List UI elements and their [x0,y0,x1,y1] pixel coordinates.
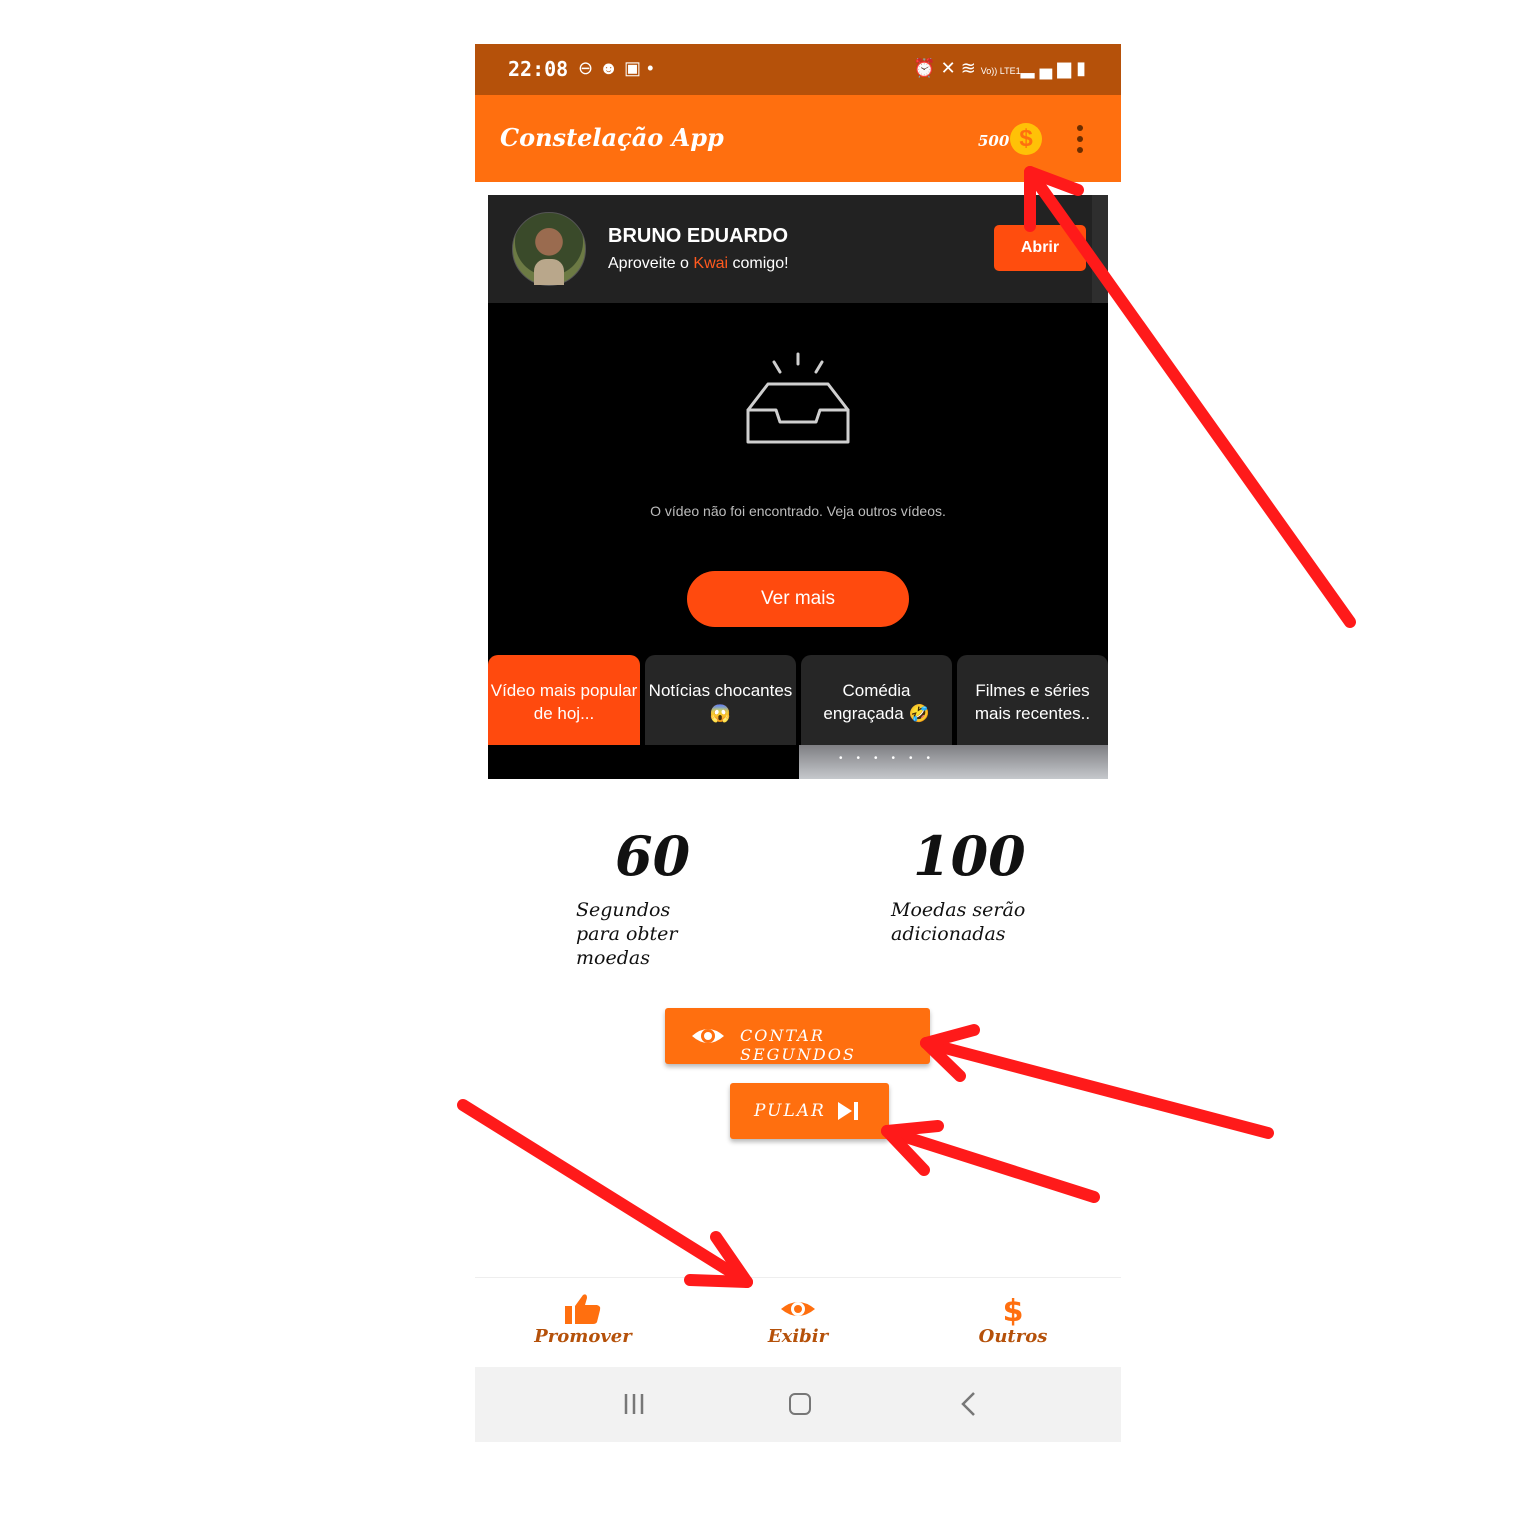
count-seconds-button[interactable]: CONTAR SEGUNDOS [665,1008,930,1064]
avatar[interactable] [512,212,586,286]
signal-icon: ▂▄▆ [1020,58,1077,78]
app-bar: Constelação App 500 $ [475,95,1121,182]
nav-outros[interactable]: $ Outros [943,1292,1083,1347]
subtitle-suffix: comigo! [728,255,789,272]
system-navigation-bar [475,1367,1121,1442]
skip-label: PULAR [754,1101,826,1121]
tab-popular-today[interactable]: Vídeo mais popular de hoj... [488,655,640,745]
mute-icon: ✕ [940,58,961,78]
skip-next-icon [838,1102,858,1120]
status-time: 22:08 [508,57,569,81]
open-button[interactable]: Abrir [994,225,1086,271]
tab-shocking-news[interactable]: Notícias chocantes 😱 [645,655,796,745]
video-card: BRUNO EDUARDO Aproveite o Kwai comigo! A… [488,195,1108,779]
do-not-disturb-icon: ⊖ [578,58,600,78]
app-title: Constelação App [500,123,724,152]
status-right-icons: ⏰✕≋Vo)) LTE1▂▄▆▮ [913,58,1091,79]
dot-icon: • [647,58,660,78]
eye-icon [692,1029,724,1043]
coins-label: Moedas serão adicionadas [891,899,1026,945]
nav-label-outros: Outros [978,1326,1048,1347]
video-thumbnail[interactable]: •••••• [799,745,1108,779]
see-more-button[interactable]: Ver mais [687,571,909,627]
nav-exibir[interactable]: Exibir [728,1292,868,1347]
bottom-navigation: Promover Exibir $ Outros [475,1277,1121,1368]
volte-icon: Vo)) LTE1 [980,66,1021,76]
coin-icon[interactable]: $ [1010,123,1042,155]
skip-button[interactable]: PULAR [730,1083,889,1139]
dollar-icon: $ [1003,1294,1024,1326]
gallery-icon: ▣ [624,58,648,78]
category-tabs: Vídeo mais popular de hoj... Notícias ch… [488,655,1108,745]
seconds-label: Segundos para obter moedas [576,899,678,969]
empty-inbox-icon [746,352,850,444]
seconds-value: 60 [615,824,691,888]
profile-name: BRUNO EDUARDO [608,225,788,247]
nav-label-promover: Promover [534,1326,632,1347]
tab-funny-comedy[interactable]: Comédia engraçada 🤣 [801,655,952,745]
svg-text:$: $ [1003,1294,1024,1326]
coins-value: 100 [913,824,1026,888]
wifi-icon: ≋ [960,58,981,78]
subtitle-prefix: Aproveite o [608,255,694,272]
count-seconds-label: CONTAR SEGUNDOS [740,1026,856,1064]
home-icon[interactable] [789,1393,811,1415]
back-icon[interactable] [959,1391,979,1417]
nav-promover[interactable]: Promover [513,1292,653,1347]
overflow-menu-icon[interactable] [1075,125,1085,155]
coin-balance: 500 [978,132,1010,150]
header-edge [1092,195,1108,303]
battery-icon: ▮ [1076,58,1091,78]
status-left-icons: ⊖☻▣• [578,58,659,79]
brand-kwai: Kwai [693,255,729,272]
profile-header: BRUNO EDUARDO Aproveite o Kwai comigo! A… [488,195,1108,303]
discord-icon: ☻ [599,58,625,78]
phone-screen: 22:08 ⊖☻▣• ⏰✕≋Vo)) LTE1▂▄▆▮ Constelação … [475,44,1121,1442]
tab-recent-movies[interactable]: Filmes e séries mais recentes.. [957,655,1108,745]
empty-message: O vídeo não foi encontrado. Veja outros … [650,503,946,519]
eye-icon [781,1302,815,1316]
alarm-icon: ⏰ [913,58,941,78]
nav-label-exibir: Exibir [767,1326,829,1347]
profile-subtitle: Aproveite o Kwai comigo! [608,255,789,273]
thumbs-up-icon [565,1294,601,1324]
status-bar: 22:08 ⊖☻▣• ⏰✕≋Vo)) LTE1▂▄▆▮ [475,44,1121,95]
recent-apps-icon[interactable] [623,1393,645,1415]
